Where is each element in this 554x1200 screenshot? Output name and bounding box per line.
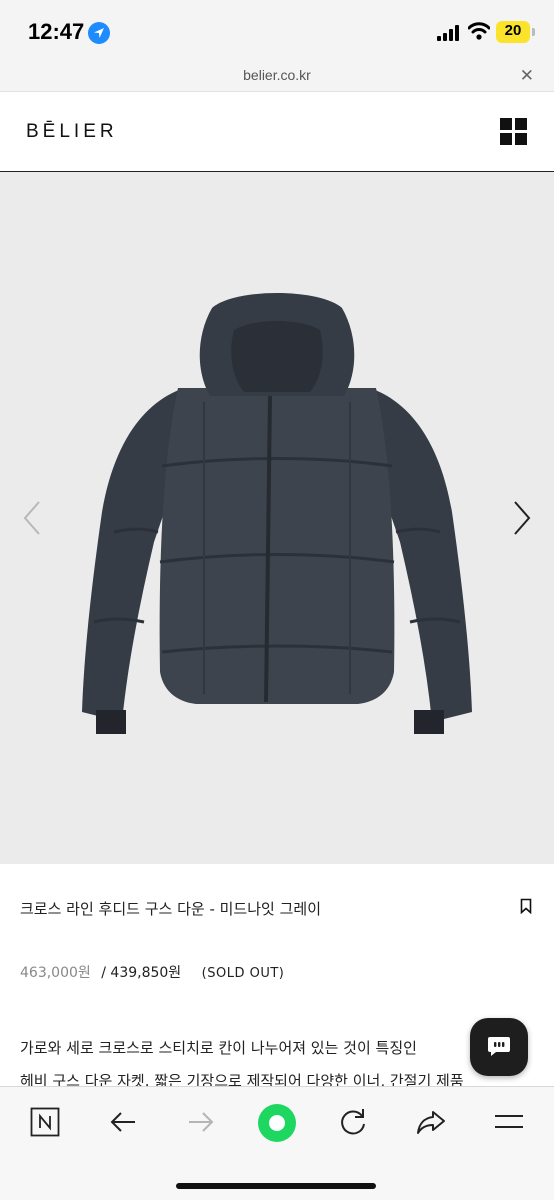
product-title: 크로스 라인 후디드 구스 다운 - 미드나잇 그레이 [20,900,321,918]
url-text[interactable]: belier.co.kr [0,67,554,83]
battery-icon: 20 [496,21,530,43]
product-gallery[interactable] [0,172,554,864]
home-indicator [176,1183,376,1189]
chevron-left-icon[interactable] [22,500,42,540]
wifi-icon [467,22,491,44]
price-separator: / [101,965,106,981]
site-header: BĒLIER [0,92,554,172]
forward-arrow-icon[interactable] [186,1107,216,1141]
grid-menu-icon[interactable] [500,118,527,145]
product-title-row: 크로스 라인 후디드 구스 다운 - 미드나잇 그레이 [20,898,534,919]
status-bar: 12:47 20 [0,0,554,60]
bottom-toolbar [0,1086,554,1200]
price-row: 463,000원 / 439,850원 (SOLD OUT) [20,962,284,982]
back-arrow-icon[interactable] [108,1107,138,1141]
menu-lines-icon[interactable] [494,1107,524,1141]
price-original: 463,000원 [20,965,91,981]
location-arrow-icon [88,22,110,44]
signal-icon [437,25,461,45]
battery-cap [532,28,535,36]
chevron-right-icon[interactable] [512,500,532,540]
close-icon[interactable]: ✕ [520,66,534,86]
chat-icon [488,1037,510,1056]
green-dot-icon[interactable] [257,1103,297,1147]
status-time: 12:47 [28,19,85,44]
share-icon[interactable] [416,1107,446,1141]
puffer-jacket-image [82,293,472,734]
price-sale: 439,850원 [110,965,182,981]
naver-n-icon[interactable] [30,1107,60,1141]
bookmark-icon[interactable] [520,898,532,918]
battery-level: 20 [504,22,522,39]
url-bar[interactable]: belier.co.kr ✕ [0,60,554,92]
description-line: 가로와 세로 크로스로 스티치로 칸이 나누어져 있는 것이 특징인 [20,1039,417,1057]
chat-button[interactable] [470,1018,528,1076]
status-badge: (SOLD OUT) [201,966,285,981]
brand-logo[interactable]: BĒLIER [26,121,118,143]
reload-icon[interactable] [338,1107,368,1141]
